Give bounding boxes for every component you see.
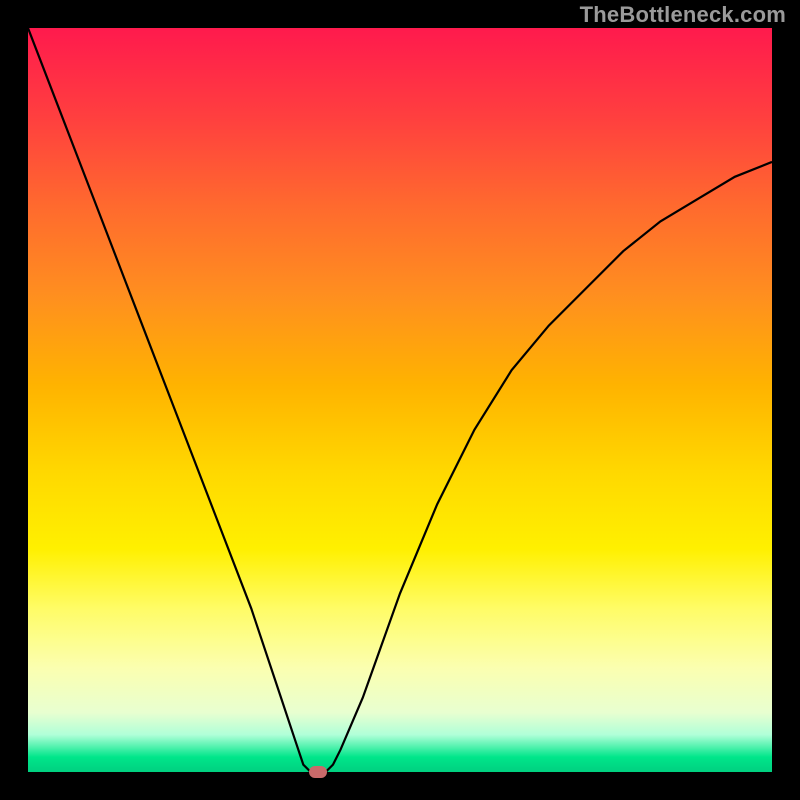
bottleneck-curve bbox=[28, 28, 772, 772]
curve-path bbox=[28, 28, 772, 772]
watermark-text: TheBottleneck.com bbox=[580, 2, 786, 28]
plot-area bbox=[28, 28, 772, 772]
chart-frame: TheBottleneck.com bbox=[0, 0, 800, 800]
optimal-point-marker bbox=[309, 766, 327, 778]
